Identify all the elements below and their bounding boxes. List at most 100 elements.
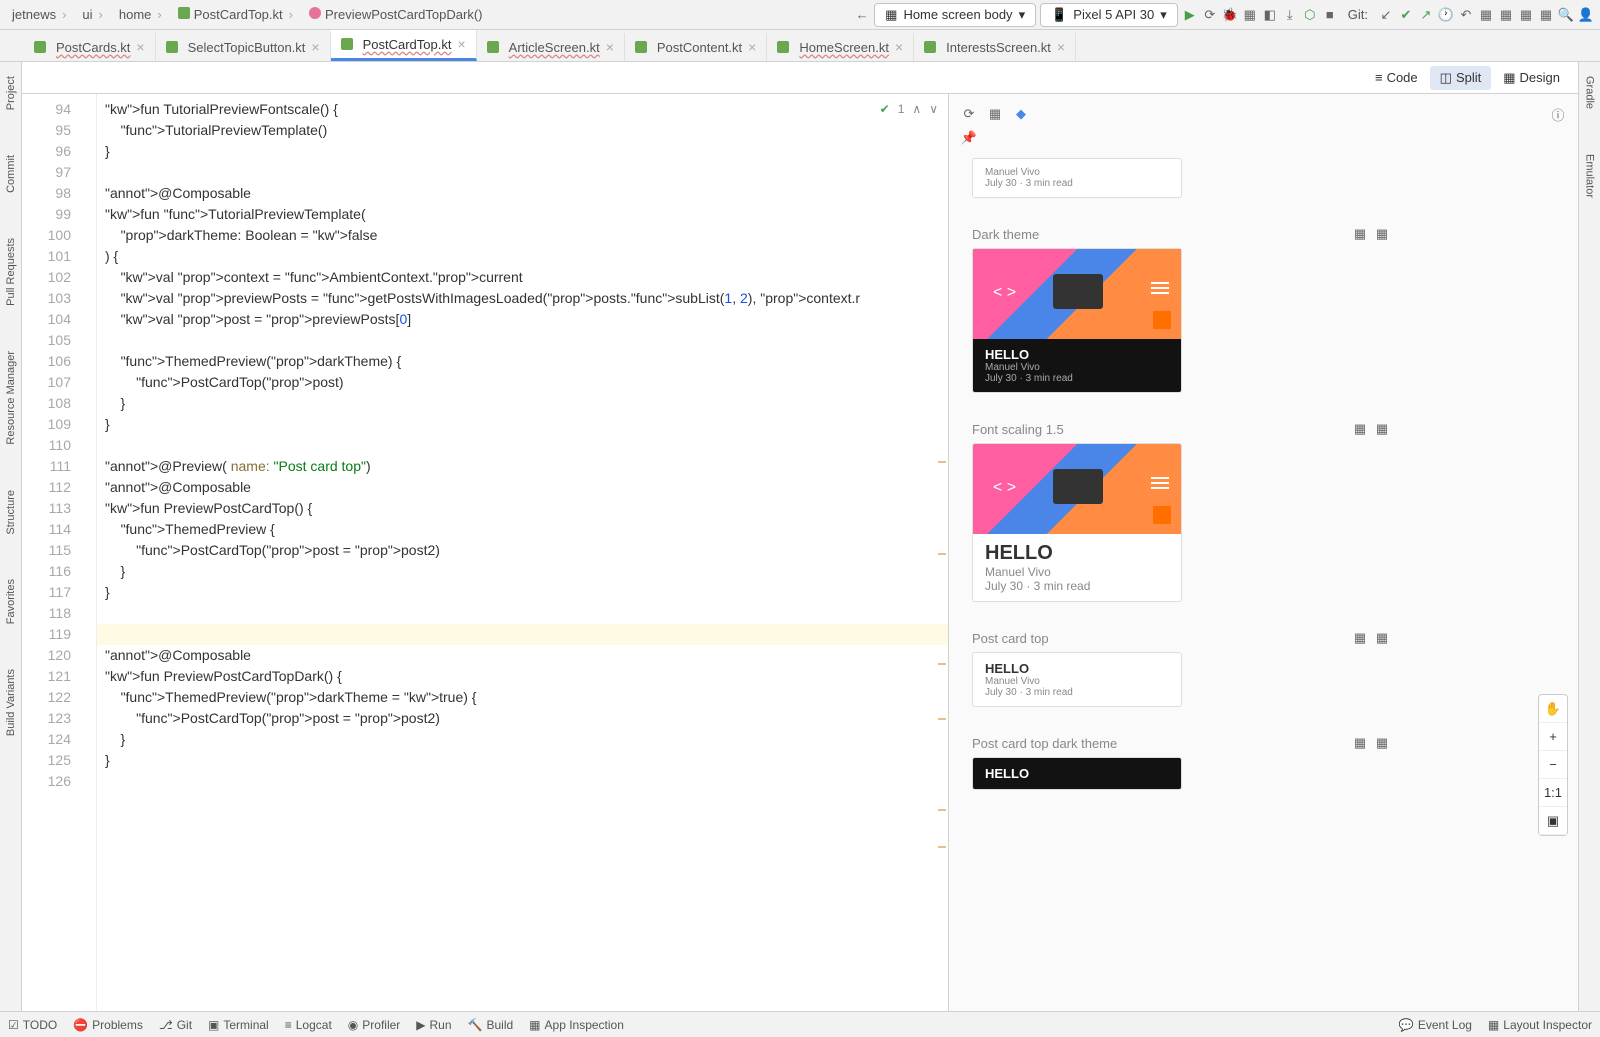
tool-window-button[interactable]: Pull Requests [5,228,17,316]
tool-window-button[interactable]: ≡Logcat [285,1018,332,1032]
breadcrumb[interactable]: ui [76,5,108,24]
main-toolbar: jetnews ui home PostCardTop.kt PreviewPo… [0,0,1600,30]
breadcrumb[interactable]: PostCardTop.kt [172,5,299,24]
preview-card-group: Post card top dark theme▦▦HELLO [972,735,1390,790]
deploy-icon[interactable]: ▦ [1352,226,1368,242]
code-view-button[interactable]: ≡ Code [1365,66,1428,89]
interactive-icon[interactable]: ▦ [1374,630,1390,646]
tool-window-button[interactable]: Emulator [1584,144,1596,208]
device-dropdown[interactable]: 📱Pixel 5 API 30▾ [1040,3,1178,27]
deploy-icon[interactable]: ▦ [1352,630,1368,646]
run-config-dropdown[interactable]: ▦Home screen body▾ [874,3,1036,27]
zoom-ratio[interactable]: 1:1 [1539,779,1567,807]
preview-card[interactable]: Manuel VivoJuly 30 · 3 min read [972,158,1182,198]
close-tab-icon[interactable]: × [1057,39,1065,55]
tool-window-button[interactable]: Structure [5,480,17,545]
close-tab-icon[interactable]: × [136,39,144,55]
stop-icon[interactable]: ■ [1322,7,1338,23]
git-label: Git: [1342,5,1374,24]
preview-card-group: Manuel VivoJuly 30 · 3 min read [972,158,1390,198]
git-update-icon[interactable]: ↙ [1378,7,1394,23]
user-icon[interactable]: 👤 [1578,7,1594,23]
tool-window-button[interactable]: Gradle [1584,66,1596,119]
zoom-controls: ✋ + − 1:1 ▣ [1538,694,1568,836]
attach-icon[interactable]: ⤓ [1282,7,1298,23]
editor-tab[interactable]: InterestsScreen.kt× [914,33,1076,61]
structure-icon[interactable]: ▦ [1538,7,1554,23]
design-view-button[interactable]: ▦ Design [1493,66,1570,90]
interactive-icon[interactable]: ▦ [1374,226,1390,242]
pin-icon[interactable]: 📌 [961,130,977,146]
preview-card[interactable]: < >HELLOManuel VivoJuly 30 · 3 min read [972,248,1182,393]
bug-icon[interactable]: ⬡ [1302,7,1318,23]
close-tab-icon[interactable]: × [748,39,756,55]
git-commit-icon[interactable]: ✔ [1398,7,1414,23]
breadcrumb[interactable]: jetnews [6,5,72,24]
tool-window-button[interactable]: ⎇Git [159,1018,192,1032]
tool-window-button[interactable]: ◉Profiler [348,1018,401,1032]
tool-window-button[interactable]: ▦App Inspection [529,1018,624,1032]
refresh-icon[interactable]: ⟳ [961,106,977,122]
preview-card[interactable]: < >HELLOManuel VivoJuly 30 · 3 min read [972,443,1182,602]
coverage-icon[interactable]: ▦ [1242,7,1258,23]
close-tab-icon[interactable]: × [311,39,319,55]
tool-window-button[interactable]: Favorites [5,569,17,634]
tool-window-button[interactable]: 🔨Build [468,1018,514,1032]
tool-window-button[interactable]: Project [5,66,17,120]
breadcrumb[interactable]: home [113,5,168,24]
editor-tab[interactable]: ArticleScreen.kt× [477,33,625,61]
zoom-out-icon[interactable]: − [1539,751,1567,779]
git-revert-icon[interactable]: ↶ [1458,7,1474,23]
preview-card-group: Post card top▦▦HELLOManuel VivoJuly 30 ·… [972,630,1390,707]
search-icon[interactable]: 🔍 [1558,7,1574,23]
split-view-button[interactable]: ◫ Split [1430,66,1492,90]
editor-tab[interactable]: HomeScreen.kt× [767,33,914,61]
editor-tab[interactable]: PostCards.kt× [24,33,156,61]
tool-window-button[interactable]: Commit [5,145,17,203]
tool-window-button[interactable]: ▶Run [416,1018,451,1032]
pan-icon[interactable]: ✋ [1539,695,1567,723]
apply-changes-icon[interactable]: ⟳ [1202,7,1218,23]
inspection-widget[interactable]: ✔1 ∧∨ [880,99,938,120]
breadcrumb[interactable]: PreviewPostCardTopDark() [303,5,489,24]
git-push-icon[interactable]: ↗ [1418,7,1434,23]
tool-window-button[interactable]: ⛔Problems [73,1018,143,1032]
view-mode-switcher: ≡ Code ◫ Split ▦ Design [22,62,1578,94]
code-editor[interactable]: 9495969798991001011021031041051061071081… [22,94,948,1011]
orientation-icon[interactable]: ▦ [987,106,1003,122]
status-bar: ☑TODO ⛔Problems ⎇Git ▣Terminal ≡Logcat ◉Profi… [0,1011,1600,1037]
tool-window-button[interactable]: Build Variants [5,659,17,746]
close-tab-icon[interactable]: × [457,36,465,52]
tool-window-button[interactable]: ☑TODO [8,1018,57,1032]
git-history-icon[interactable]: 🕐 [1438,7,1454,23]
tool-window-button[interactable]: 💬Event Log [1399,1018,1472,1032]
zoom-in-icon[interactable]: + [1539,723,1567,751]
tool-window-button[interactable]: ▦Layout Inspector [1488,1018,1592,1032]
editor-tab[interactable]: SelectTopicButton.kt× [156,33,331,61]
editor-tab[interactable]: PostCardTop.kt× [331,30,477,61]
fit-icon[interactable]: ▣ [1539,807,1567,835]
interactive-icon[interactable]: ▦ [1374,421,1390,437]
tool-window-button[interactable]: Resource Manager [5,341,17,455]
close-tab-icon[interactable]: × [606,39,614,55]
preview-card[interactable]: HELLO [972,757,1182,790]
left-tool-rail: Project Commit Pull Requests Resource Manag… [0,62,22,1011]
deploy-icon[interactable]: ▦ [1352,735,1368,751]
avd-icon[interactable]: ▦ [1478,7,1494,23]
debug-icon[interactable]: 🐞 [1222,7,1238,23]
interactive-icon[interactable]: ▦ [1374,735,1390,751]
run-icon[interactable]: ▶ [1182,7,1198,23]
back-icon[interactable]: ← [854,7,870,23]
profile-icon[interactable]: ◧ [1262,7,1278,23]
layers-icon[interactable]: ◆ [1013,106,1029,122]
sync-icon[interactable]: ▦ [1518,7,1534,23]
info-icon[interactable]: ⓘ [1550,106,1566,122]
close-tab-icon[interactable]: × [895,39,903,55]
tool-window-button[interactable]: ▣Terminal [208,1018,269,1032]
editor-scrollbar[interactable] [936,94,948,1011]
preview-card[interactable]: HELLOManuel VivoJuly 30 · 3 min read [972,652,1182,707]
preview-card-group: Dark theme▦▦< >HELLOManuel VivoJuly 30 ·… [972,226,1390,393]
editor-tab[interactable]: PostContent.kt× [625,33,767,61]
deploy-icon[interactable]: ▦ [1352,421,1368,437]
sdk-icon[interactable]: ▦ [1498,7,1514,23]
